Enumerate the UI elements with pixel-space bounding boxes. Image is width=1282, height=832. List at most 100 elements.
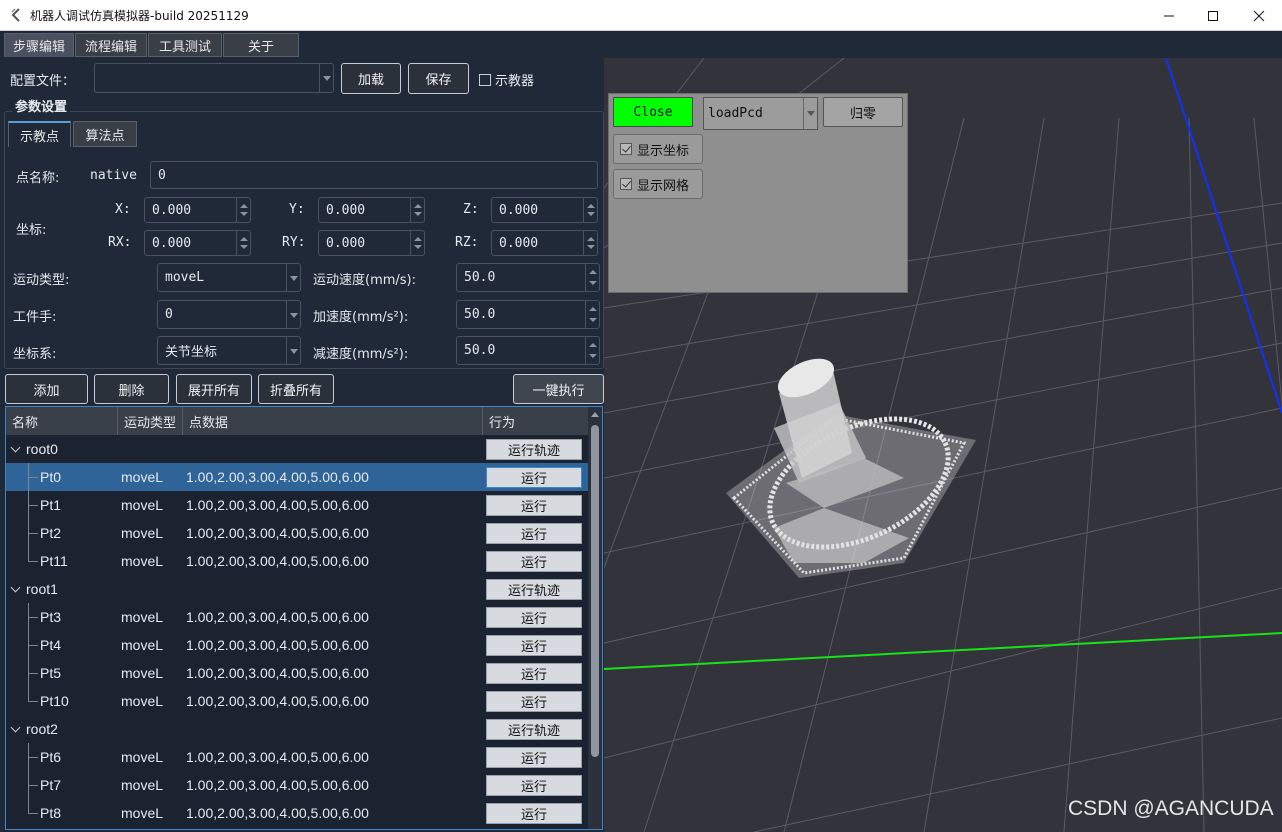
tree-group-row[interactable]: root0 运行轨迹 [6,435,588,463]
header-motion-type[interactable]: 运动类型 [118,407,183,435]
row-name: root0 [26,441,58,457]
table-row[interactable]: Pt6 moveL 1.00,2.00,3.00,4.00,5.00,6.00 运行 [6,743,588,771]
reset-zero-button[interactable]: 归零 [823,97,903,127]
z-value: 0.000 [499,202,539,218]
table-row[interactable]: Pt2 moveL 1.00,2.00,3.00,4.00,5.00,6.00 运行 [6,519,588,547]
table-row[interactable]: Pt8 moveL 1.00,2.00,3.00,4.00,5.00,6.00 运行 [6,799,588,827]
spin-arrows-icon[interactable] [410,231,424,255]
teach-pendant-checkbox[interactable]: 示教器 [479,70,534,89]
ry-spinbox[interactable]: 0.000 [318,230,425,256]
maximize-button[interactable] [1190,0,1236,31]
y-spinbox[interactable]: 0.000 [318,197,425,223]
run-point-button[interactable]: 运行 [486,523,582,544]
tab-algo-point[interactable]: 算法点 [73,121,137,147]
chevron-down-icon[interactable] [10,722,21,733]
spin-arrows-icon[interactable] [583,231,597,255]
coord-sys-combo[interactable]: 关节坐标 [157,336,301,365]
tab-tool-test[interactable]: 工具测试 [148,33,222,57]
accel-value: 50.0 [464,307,496,322]
spin-arrows-icon[interactable] [236,198,250,222]
tree-branch-line [28,617,38,618]
tab-flow-edit[interactable]: 流程编辑 [75,33,147,57]
vertical-scrollbar[interactable] [588,407,602,829]
show-grid-checkbox[interactable]: 显示网格 [613,169,703,199]
row-point-data: 1.00,2.00,3.00,4.00,5.00,6.00 [186,525,369,541]
window-title: 机器人调试仿真模拟器-build 20251129 [30,9,249,23]
rx-spinbox[interactable]: 0.000 [144,230,251,256]
load-pcd-combo[interactable]: loadPcd [703,97,818,130]
expand-all-button[interactable]: 展开所有 [176,374,252,404]
load-button[interactable]: 加载 [341,63,401,94]
close-window-button[interactable] [1236,0,1282,31]
tab-step-edit[interactable]: 步骤编辑 [4,33,74,57]
delete-button[interactable]: 删除 [94,374,169,404]
chevron-down-icon[interactable] [10,442,21,453]
checkbox-checked-icon [620,178,632,190]
point-name-label: 点名称: [16,171,60,186]
run-all-button[interactable]: 一键执行 [513,374,604,404]
run-point-button[interactable]: 运行 [486,747,582,768]
minimize-button[interactable] [1146,0,1192,31]
accel-spinbox[interactable]: 50.0 [456,300,600,329]
run-point-button[interactable]: 运行 [486,495,582,516]
run-trajectory-button[interactable]: 运行轨迹 [486,719,582,740]
spin-arrows-icon[interactable] [410,198,424,222]
run-point-button[interactable]: 运行 [486,635,582,656]
tab-about[interactable]: 关于 [223,33,299,57]
table-row[interactable]: Pt10 moveL 1.00,2.00,3.00,4.00,5.00,6.00 运行 [6,687,588,715]
chevron-down-icon [286,264,300,291]
motion-speed-spinbox[interactable]: 50.0 [456,263,600,292]
spin-arrows-icon[interactable] [585,337,599,364]
save-button[interactable]: 保存 [408,63,469,94]
spin-arrows-icon[interactable] [585,264,599,291]
motion-type-combo[interactable]: moveL [157,263,301,292]
header-action[interactable]: 行为 [483,407,588,435]
tool-combo[interactable]: 0 [157,300,301,329]
chevron-down-icon [319,64,333,92]
spin-arrows-icon[interactable] [236,231,250,255]
run-point-button[interactable]: 运行 [486,607,582,628]
row-motion-type: moveL [121,749,164,765]
table-row[interactable]: Pt11 moveL 1.00,2.00,3.00,4.00,5.00,6.00 运行 [6,547,588,575]
run-point-button[interactable]: 运行 [486,775,582,796]
add-button[interactable]: 添加 [5,374,88,404]
row-name: Pt1 [40,497,62,513]
table-row[interactable]: Pt5 moveL 1.00,2.00,3.00,4.00,5.00,6.00 运行 [6,659,588,687]
collapse-all-button[interactable]: 折叠所有 [258,374,334,404]
table-row[interactable]: Pt1 moveL 1.00,2.00,3.00,4.00,5.00,6.00 运行 [6,491,588,519]
z-spinbox[interactable]: 0.000 [491,197,598,223]
decel-spinbox[interactable]: 50.0 [456,336,600,365]
run-point-button[interactable]: 运行 [486,691,582,712]
scroll-up-icon[interactable] [591,411,599,417]
tree-group-row[interactable]: root2 运行轨迹 [6,715,588,743]
row-point-data: 1.00,2.00,3.00,4.00,5.00,6.00 [186,805,369,821]
show-axes-checkbox[interactable]: 显示坐标 [613,134,703,164]
viewer-close-button[interactable]: Close [613,97,693,127]
run-point-button[interactable]: 运行 [486,467,582,488]
spin-arrows-icon[interactable] [585,301,599,328]
run-trajectory-button[interactable]: 运行轨迹 [486,439,582,460]
point-name-input[interactable]: 0 [150,161,598,189]
tab-teach-point[interactable]: 示教点 [8,121,71,147]
table-row[interactable]: Pt4 moveL 1.00,2.00,3.00,4.00,5.00,6.00 运行 [6,631,588,659]
tree-group-row[interactable]: root1 运行轨迹 [6,575,588,603]
row-motion-type: moveL [121,469,164,485]
config-file-combo[interactable] [94,63,334,93]
run-trajectory-button[interactable]: 运行轨迹 [486,579,582,600]
run-point-button[interactable]: 运行 [486,803,582,824]
table-row[interactable]: Pt0 moveL 1.00,2.00,3.00,4.00,5.00,6.00 运行 [6,463,588,491]
run-point-button[interactable]: 运行 [486,551,582,572]
row-point-data: 1.00,2.00,3.00,4.00,5.00,6.00 [186,777,369,793]
spin-arrows-icon[interactable] [583,198,597,222]
header-name[interactable]: 名称 [6,407,118,435]
header-point-data[interactable]: 点数据 [183,407,483,435]
table-row[interactable]: Pt3 moveL 1.00,2.00,3.00,4.00,5.00,6.00 运行 [6,603,588,631]
x-spinbox[interactable]: 0.000 [144,197,251,223]
tree-branch-line [28,687,29,701]
row-point-data: 1.00,2.00,3.00,4.00,5.00,6.00 [186,693,369,709]
run-point-button[interactable]: 运行 [486,663,582,684]
scrollbar-thumb[interactable] [591,425,599,757]
table-row[interactable]: Pt7 moveL 1.00,2.00,3.00,4.00,5.00,6.00 运行 [6,771,588,799]
rz-spinbox[interactable]: 0.000 [491,230,598,256]
chevron-down-icon[interactable] [10,582,21,593]
